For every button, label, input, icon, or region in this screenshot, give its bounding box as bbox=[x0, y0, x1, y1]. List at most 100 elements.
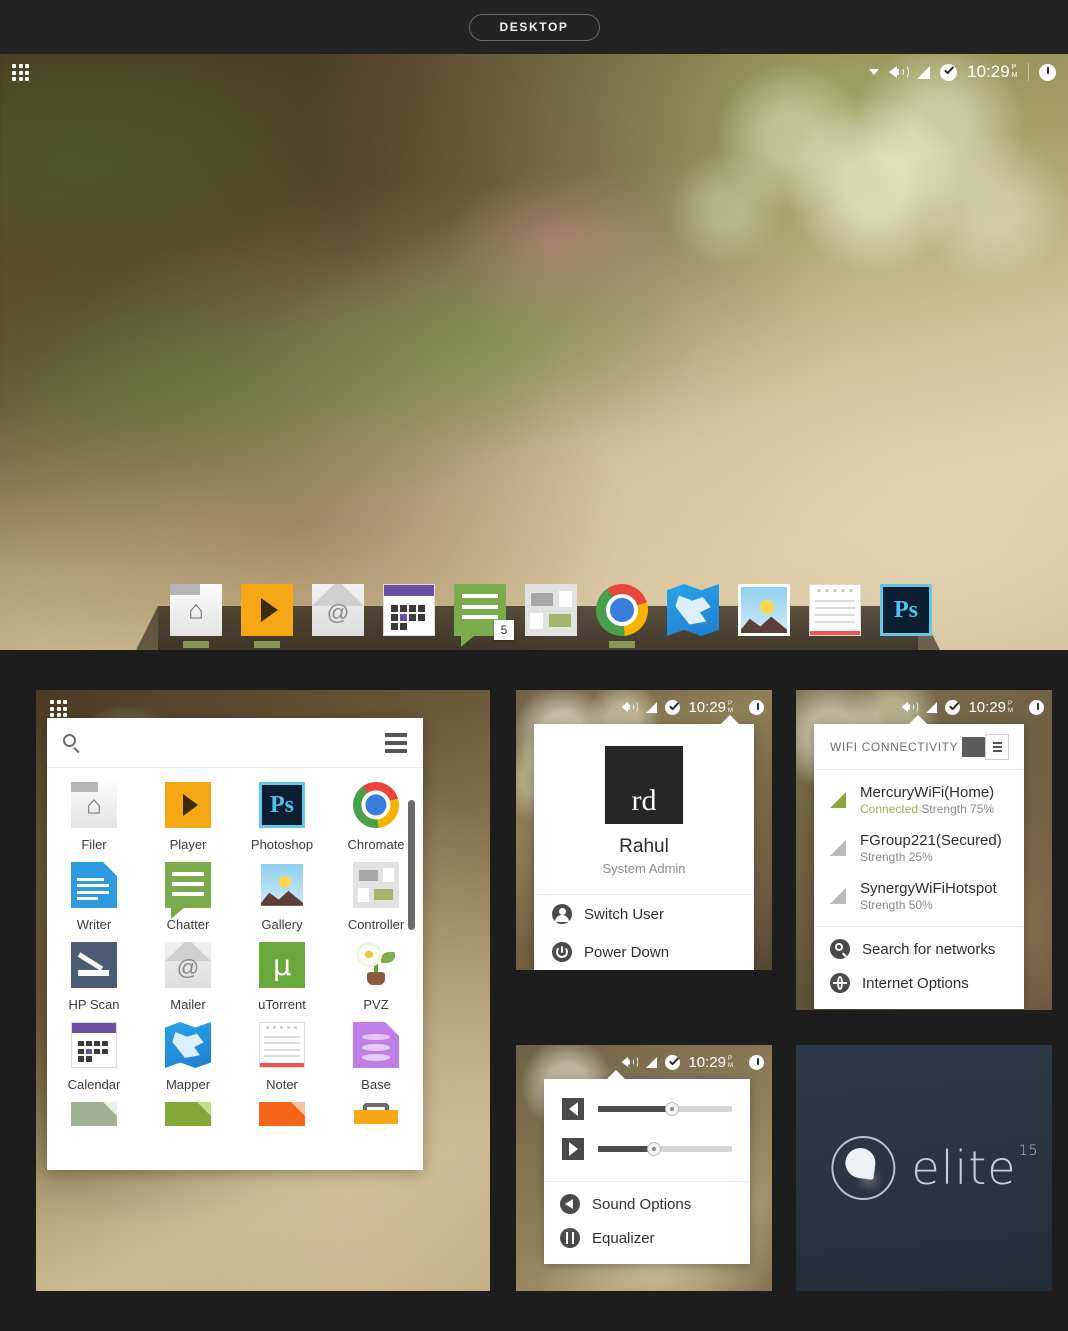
launcher-app-calendar[interactable]: Calendar bbox=[47, 1022, 141, 1092]
shield-check-icon[interactable] bbox=[665, 699, 681, 715]
power-icon[interactable] bbox=[1039, 63, 1056, 81]
app-grid-button[interactable] bbox=[12, 64, 29, 81]
app-label: Base bbox=[361, 1077, 391, 1092]
dock-item-controller[interactable] bbox=[525, 584, 577, 636]
wifi-signal-icon[interactable] bbox=[646, 701, 658, 713]
launcher-app-base[interactable]: Base bbox=[329, 1022, 423, 1092]
launcher-search-input[interactable] bbox=[90, 734, 385, 751]
sound-options-button[interactable]: Sound Options bbox=[544, 1187, 750, 1221]
playback-slider-track[interactable] bbox=[598, 1142, 732, 1156]
panel-sound-menu: 10:29 PM Sound Options Equalizer bbox=[516, 1045, 772, 1291]
app-label: Photoshop bbox=[250, 837, 314, 852]
wifi-signal-icon[interactable] bbox=[917, 65, 931, 79]
app-label: uTorrent bbox=[258, 997, 306, 1012]
power-down-button[interactable]: Power Down bbox=[534, 933, 754, 970]
volume-icon[interactable] bbox=[621, 701, 639, 713]
wifi-header: WIFI CONNECTIVITY bbox=[814, 724, 1024, 769]
wifi-toggle[interactable] bbox=[962, 735, 1008, 759]
tray-clock[interactable]: 10:29 PM bbox=[688, 1054, 733, 1071]
power-icon[interactable] bbox=[1029, 699, 1044, 715]
switch-user-button[interactable]: Switch User bbox=[534, 895, 754, 933]
desktop-tab[interactable]: DESKTOP bbox=[468, 13, 600, 41]
wifi-signal-icon[interactable] bbox=[646, 1056, 658, 1068]
wifi-network-name: FGroup221(Secured) bbox=[860, 832, 1002, 849]
shield-check-icon[interactable] bbox=[665, 1054, 681, 1070]
dock-items: ⌂ @ 5 Ps bbox=[170, 584, 932, 648]
equalizer-button[interactable]: Equalizer bbox=[544, 1221, 750, 1255]
volume-icon[interactable] bbox=[621, 1056, 639, 1068]
launcher-app-toolbox[interactable] bbox=[329, 1102, 423, 1126]
tray-meridiem-bottom: M bbox=[728, 1062, 733, 1069]
sound-menu-actions: Sound Options Equalizer bbox=[544, 1181, 750, 1264]
launcher-app-chatter[interactable]: Chatter bbox=[141, 862, 235, 932]
brand-version: 15 bbox=[1018, 1143, 1039, 1159]
app-label: Mapper bbox=[165, 1077, 211, 1092]
launcher-app-mailer[interactable]: @ Mailer bbox=[141, 942, 235, 1012]
launcher-app-spreadsheet[interactable] bbox=[141, 1102, 235, 1126]
volume-icon[interactable] bbox=[889, 65, 910, 79]
tray-clock[interactable]: 10:29 PM bbox=[688, 699, 733, 716]
shield-check-icon[interactable] bbox=[945, 699, 961, 715]
volume-icon[interactable] bbox=[901, 701, 919, 713]
launcher-app-photoshop[interactable]: Ps Photoshop bbox=[235, 782, 329, 852]
launcher-app-player[interactable]: Player bbox=[141, 782, 235, 852]
dock-item-chatter[interactable]: 5 bbox=[454, 584, 514, 647]
search-networks-button[interactable]: Search for networks bbox=[814, 932, 1024, 966]
wifi-signal-icon[interactable] bbox=[926, 701, 938, 713]
dock-item-calendar[interactable] bbox=[383, 584, 435, 636]
power-icon[interactable] bbox=[749, 1054, 764, 1070]
wifi-connected-label: Connected bbox=[860, 802, 919, 816]
tray-clock[interactable]: 10:29 PM bbox=[967, 62, 1018, 82]
dock-item-filer[interactable]: ⌂ bbox=[170, 584, 222, 648]
wifi-network-row[interactable]: MercuryWiFi(Home) Connected Strength 75% bbox=[814, 776, 1024, 824]
dock-item-player[interactable] bbox=[241, 584, 293, 648]
menu-label: Switch User bbox=[584, 905, 665, 923]
play-right-icon[interactable] bbox=[562, 1138, 584, 1160]
dock: ⌂ @ 5 Ps bbox=[0, 580, 1068, 650]
launcher-app-filer[interactable]: ⌂ Filer bbox=[47, 782, 141, 852]
tray-clock[interactable]: 10:29 PM bbox=[968, 699, 1013, 716]
app-label: Writer bbox=[76, 917, 112, 932]
launcher-app-presentation[interactable] bbox=[235, 1102, 329, 1126]
launcher-app-pvz[interactable]: PVZ bbox=[329, 942, 423, 1012]
playback-slider-row[interactable] bbox=[544, 1129, 750, 1169]
dock-item-photoshop[interactable]: Ps bbox=[880, 584, 932, 636]
launcher-app-mapper[interactable]: Mapper bbox=[141, 1022, 235, 1092]
panel-wifi-menu: 10:29 PM WIFI CONNECTIVITY MercuryWiFi(H… bbox=[796, 690, 1052, 1010]
launcher-app-gallery[interactable]: Gallery bbox=[235, 862, 329, 932]
launcher-app-hp-scan[interactable]: HP Scan bbox=[47, 942, 141, 1012]
wifi-strength-label: Strength 75% bbox=[921, 802, 995, 816]
user-menu-actions: Switch User Power Down bbox=[534, 894, 754, 970]
app-label: PVZ bbox=[363, 997, 389, 1012]
dock-item-chromate[interactable] bbox=[596, 584, 648, 648]
speaker-icon bbox=[560, 1194, 580, 1214]
menu-label: Search for networks bbox=[862, 940, 996, 958]
dropdown-caret-icon[interactable] bbox=[869, 69, 880, 75]
search-icon bbox=[830, 939, 850, 959]
volume-slider-row[interactable] bbox=[544, 1089, 750, 1129]
panel-app-grid-button[interactable] bbox=[50, 700, 67, 717]
shield-check-icon[interactable] bbox=[940, 63, 958, 81]
panel-system-tray: 10:29 PM bbox=[612, 1045, 764, 1079]
panel-grid: ⌂ Filer Player Ps Photoshop Chromate Wri… bbox=[0, 650, 1068, 1331]
power-icon[interactable] bbox=[749, 699, 764, 715]
volume-slider-track[interactable] bbox=[598, 1102, 732, 1116]
launcher-app-writer[interactable]: Writer bbox=[47, 862, 141, 932]
launcher-app-noter[interactable]: Noter bbox=[235, 1022, 329, 1092]
elite-droplet-logo-icon bbox=[831, 1136, 896, 1200]
popup-nub bbox=[908, 715, 928, 725]
launcher-scrollbar[interactable] bbox=[408, 800, 415, 930]
dock-item-noter[interactable] bbox=[809, 584, 861, 636]
launcher-app-utorrent[interactable]: µ uTorrent bbox=[235, 942, 329, 1012]
panel-system-tray: 10:29 PM bbox=[612, 690, 764, 724]
dock-item-gallery[interactable] bbox=[738, 584, 790, 636]
wifi-network-row[interactable]: SynergyWiFiHotspot Strength 50% bbox=[814, 872, 1024, 920]
dock-item-mapper[interactable] bbox=[667, 584, 719, 636]
hamburger-menu-icon[interactable] bbox=[385, 732, 407, 753]
internet-options-button[interactable]: Internet Options bbox=[814, 966, 1024, 1000]
launcher-app-document[interactable] bbox=[47, 1102, 141, 1126]
user-name: Rahul bbox=[619, 836, 669, 857]
speaker-left-icon[interactable] bbox=[562, 1098, 584, 1120]
wifi-network-row[interactable]: FGroup221(Secured) Strength 25% bbox=[814, 824, 1024, 872]
dock-item-mailer[interactable]: @ bbox=[312, 584, 364, 636]
